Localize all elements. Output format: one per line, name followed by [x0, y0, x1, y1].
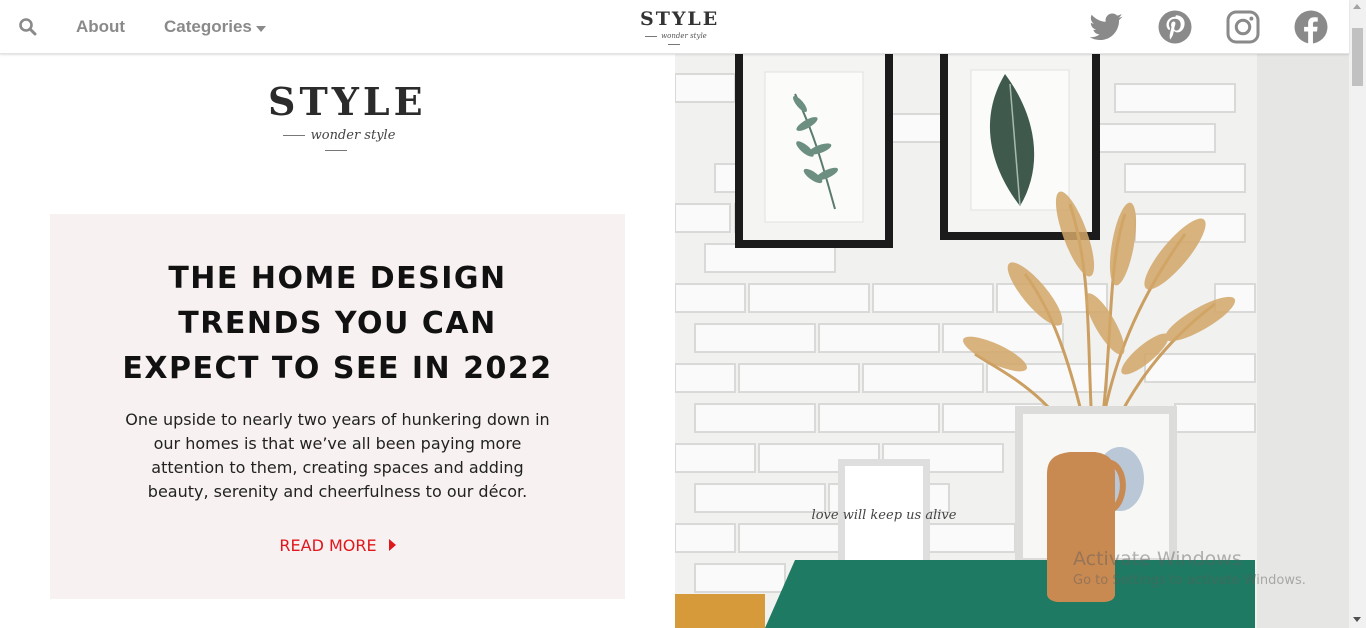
site-logo[interactable]: STYLE wonder style [268, 79, 427, 152]
read-more-label: READ MORE [279, 536, 377, 555]
hero-photo: love will keep us alive [675, 54, 1349, 628]
site-logo-tagline: wonder style [268, 128, 404, 158]
header-logo-word: STYLE [640, 8, 720, 30]
watermark-title: Activate Windows [1073, 548, 1242, 570]
site-logo-word: STYLE [268, 79, 427, 124]
header-logo-tagline: wonder style [640, 32, 708, 48]
photo-print-text: love will keep us alive [812, 508, 957, 523]
interior-photo-illustration: love will keep us alive [675, 54, 1349, 628]
vertical-scrollbar[interactable] [1349, 0, 1366, 628]
hero-card: THE HOME DESIGN TRENDS YOU CAN EXPECT TO… [50, 214, 625, 599]
hero-headline: THE HOME DESIGN TRENDS YOU CAN EXPECT TO… [122, 261, 553, 386]
scroll-down-icon[interactable] [1353, 617, 1361, 622]
read-more-link[interactable]: READ MORE [50, 536, 625, 555]
scrollbar-thumb[interactable] [1352, 28, 1363, 86]
hero-excerpt: One upside to nearly two years of hunker… [125, 410, 550, 501]
top-nav-bar: About Categories STYLE wonder style [0, 0, 1349, 54]
header-logo[interactable]: STYLE wonder style [640, 8, 720, 48]
search-icon[interactable] [18, 17, 38, 37]
nav-dropdown-categories[interactable]: Categories [164, 17, 266, 37]
scroll-up-icon[interactable] [1353, 4, 1361, 9]
pinterest-icon[interactable] [1157, 9, 1193, 45]
chevron-down-icon [255, 25, 266, 32]
activate-windows-watermark: Activate Windows Go to Settings to activ… [1073, 548, 1306, 588]
nav-link-about[interactable]: About [76, 17, 125, 37]
instagram-icon[interactable] [1225, 9, 1261, 45]
facebook-icon[interactable] [1293, 9, 1329, 45]
watermark-subtitle: Go to Settings to activate Windows. [1073, 573, 1306, 588]
twitter-icon[interactable] [1088, 9, 1124, 45]
play-arrow-icon [388, 539, 396, 551]
nav-categories-label: Categories [164, 17, 252, 36]
